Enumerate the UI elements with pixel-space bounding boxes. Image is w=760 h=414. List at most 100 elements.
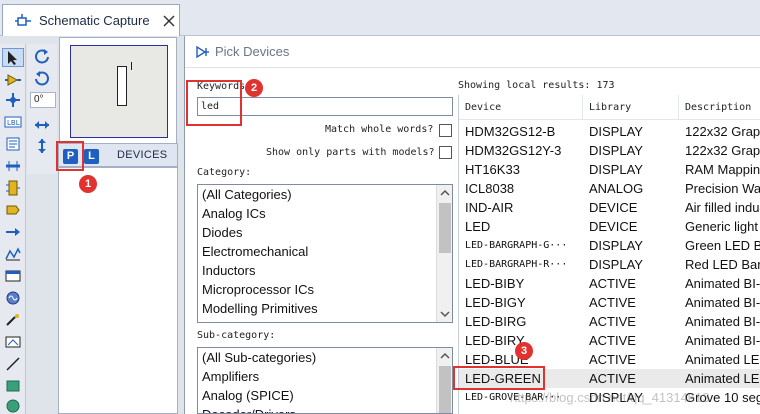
- preview-component: [117, 66, 127, 106]
- subcategory-scroll-thumb[interactable]: [439, 366, 451, 413]
- device-pin-button[interactable]: [2, 222, 24, 241]
- generator-mode-button[interactable]: [2, 288, 24, 307]
- device-cell: HT16K33: [465, 162, 520, 177]
- tape-recorder-button[interactable]: [2, 266, 24, 285]
- graph-mode-button[interactable]: [2, 244, 24, 263]
- generator-icon: [6, 291, 20, 304]
- box-tool-button[interactable]: [2, 376, 24, 395]
- subcategory-item[interactable]: Decoder/Drivers: [198, 405, 452, 413]
- device-cell: ICL8038: [465, 181, 515, 196]
- device-cell: LED-BIBY: [465, 276, 525, 291]
- table-row[interactable]: HT16K33 DISPLAY RAM Mapping 16*8 LED: [459, 160, 760, 179]
- watermark: https://blog.csdn.net/qq_41314613: [510, 390, 710, 405]
- subcategory-scrollbar[interactable]: [436, 348, 452, 413]
- scroll-up-icon[interactable]: [439, 350, 451, 362]
- category-list[interactable]: (All Categories) Analog ICs Diodes Electrom…: [197, 184, 453, 323]
- library-cell: DEVICE: [589, 200, 638, 215]
- mirror-horizontal-icon[interactable]: [34, 118, 50, 132]
- table-row[interactable]: LED-BARGRAPH-R··· DISPLAY Red LED Bargraph: [459, 255, 760, 274]
- description-cell: Animated BI-Colour: [685, 276, 760, 291]
- library-cell: DEVICE: [589, 219, 638, 234]
- table-row[interactable]: LED-BARGRAPH-G··· DISPLAY Green LED Bargra…: [459, 236, 760, 255]
- description-cell: Red LED Bargraph: [685, 257, 760, 272]
- category-item[interactable]: Diodes: [198, 223, 452, 242]
- box-icon: [6, 380, 20, 391]
- match-whole-words-checkbox[interactable]: [439, 124, 452, 137]
- library-cell: DISPLAY: [589, 257, 643, 272]
- category-item[interactable]: (All Categories): [198, 185, 452, 204]
- category-item[interactable]: Inductors: [198, 261, 452, 280]
- annotation-box-pick-button: [56, 141, 84, 171]
- description-cell: Green LED Bargraph: [685, 238, 760, 253]
- library-cell: ACTIVE: [589, 333, 636, 348]
- device-cell: HDM32GS12-B: [465, 124, 556, 139]
- table-row[interactable]: LED DEVICE Generic light emitting: [459, 217, 760, 236]
- circle-icon: [6, 399, 20, 412]
- selection-mode-button[interactable]: [2, 48, 24, 67]
- tab-schematic-capture[interactable]: Schematic Capture: [2, 4, 180, 36]
- library-manager-button[interactable]: L: [84, 149, 99, 164]
- subcategory-label: Sub-category:: [197, 330, 276, 341]
- table-row[interactable]: LED-BIRG ACTIVE Animated BI-Colour: [459, 312, 760, 331]
- overview-window[interactable]: [59, 37, 177, 144]
- subcategory-item[interactable]: Analog (SPICE): [198, 386, 452, 405]
- probe-mode-button[interactable]: [2, 310, 24, 329]
- scroll-down-icon[interactable]: [439, 308, 451, 320]
- scroll-up-icon[interactable]: [439, 187, 451, 199]
- column-header-description[interactable]: Description: [679, 95, 760, 120]
- subcircuit-button[interactable]: [2, 178, 24, 197]
- category-item[interactable]: Modelling Primitives: [198, 299, 452, 318]
- bus-mode-button[interactable]: [2, 156, 24, 175]
- category-scrollbar[interactable]: [436, 185, 452, 322]
- table-row[interactable]: LED-BIRYACTIVEAnimated BI-Colour: [459, 331, 760, 350]
- wire-label-button[interactable]: LBL: [2, 112, 24, 131]
- tape-recorder-icon: [5, 270, 21, 281]
- circle-tool-button[interactable]: [2, 396, 24, 414]
- line-tool-button[interactable]: [2, 354, 24, 373]
- table-row[interactable]: ICL8038 ANALOG Precision Waveform: [459, 179, 760, 198]
- description-cell: Animated LED model: [685, 371, 760, 386]
- results-header: Device Library Description: [459, 95, 760, 120]
- dialog-title-bar: Pick Devices: [185, 36, 760, 68]
- library-cell: ACTIVE: [589, 314, 636, 329]
- table-row[interactable]: IND-AIR DEVICE Air filled inductor: [459, 198, 760, 217]
- device-cell: IND-AIR: [465, 200, 514, 215]
- terminal-mode-button[interactable]: [2, 200, 24, 219]
- table-row[interactable]: HDM32GS12-B DISPLAY 122x32 Graphical LCD: [459, 122, 760, 141]
- svg-text:LBL: LBL: [7, 119, 20, 127]
- description-cell: Air filled inductor: [685, 200, 760, 215]
- rotate-anticlockwise-icon[interactable]: [34, 70, 50, 86]
- text-script-icon: [6, 137, 20, 150]
- library-cell: ACTIVE: [589, 371, 636, 386]
- subcategory-item[interactable]: Amplifiers: [198, 367, 452, 386]
- match-whole-words-label: Match whole words?: [325, 124, 434, 135]
- mirror-vertical-icon[interactable]: [36, 138, 48, 154]
- probe-icon: [6, 313, 19, 326]
- library-cell: DISPLAY: [589, 124, 643, 139]
- device-cell: LED-BARGRAPH-G···: [465, 240, 568, 251]
- library-cell: DISPLAY: [589, 143, 643, 158]
- terminal-icon: [6, 205, 20, 214]
- subcategory-item[interactable]: (All Sub-categories): [198, 348, 452, 367]
- text-script-button[interactable]: [2, 134, 24, 153]
- devices-list[interactable]: [58, 167, 178, 414]
- subcategory-list[interactable]: (All Sub-categories) Amplifiers Analog (SP…: [197, 347, 453, 414]
- devices-panel-title: DEVICES: [117, 149, 168, 161]
- close-icon[interactable]: [162, 14, 176, 28]
- rotate-clockwise-icon[interactable]: [34, 48, 50, 64]
- models-only-checkbox[interactable]: [439, 146, 452, 159]
- instrument-mode-button[interactable]: [2, 332, 24, 351]
- column-header-library[interactable]: Library: [583, 95, 679, 120]
- table-row[interactable]: LED-BIBY ACTIVE Animated BI-Colour: [459, 274, 760, 293]
- component-mode-button[interactable]: [2, 70, 24, 89]
- table-row[interactable]: HDM32GS12Y-3 DISPLAY 122x32 Graphical LCD: [459, 141, 760, 160]
- category-item[interactable]: Microprocessor ICs: [198, 280, 452, 299]
- pick-devices-dialog: Pick Devices Keywords: led Match whole w…: [184, 36, 760, 414]
- rotation-angle-field[interactable]: 0°: [30, 92, 56, 108]
- category-scroll-thumb[interactable]: [439, 203, 451, 253]
- column-header-device[interactable]: Device: [459, 95, 583, 120]
- category-item[interactable]: Analog ICs: [198, 204, 452, 223]
- table-row[interactable]: LED-BIGY ACTIVE Animated BI-Colour: [459, 293, 760, 312]
- junction-mode-button[interactable]: [2, 90, 24, 109]
- category-item[interactable]: Electromechanical: [198, 242, 452, 261]
